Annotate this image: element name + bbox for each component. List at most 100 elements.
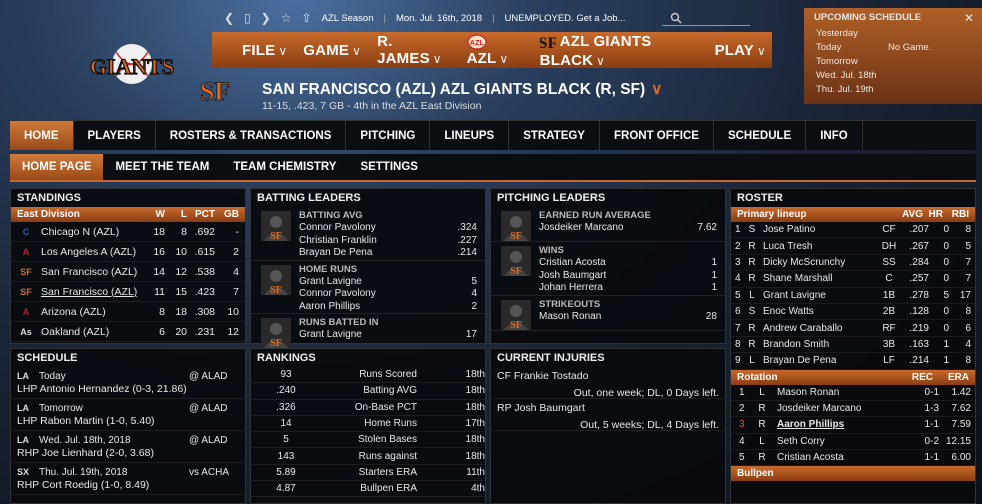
standings-row[interactable]: As Oakland (AZL) 6 20 .231 12 (11, 322, 245, 342)
tab-players[interactable]: PLAYERS (74, 121, 156, 150)
rotation-row[interactable]: 3 R Aaron Phillips 1-1 7.59 (731, 417, 975, 434)
leader-name[interactable]: Aaron Phillips (299, 301, 360, 314)
leader-name[interactable]: Josh Baumgart (539, 270, 606, 283)
injury-row[interactable]: RP Josh Baumgart Out, 5 weeks; DL, 4 Days… (491, 399, 725, 431)
schedule-pitcher[interactable]: LHP Antonio Hernandez (0-3, 21.86) (17, 383, 239, 395)
standings-team[interactable]: Chicago N (AZL) (41, 226, 143, 238)
upcoming-row[interactable]: Today No Game. (804, 41, 982, 55)
standings-row[interactable]: A Los Angeles A (AZL) 16 10 .615 2 (11, 242, 245, 262)
device-icon[interactable]: ▯ (244, 11, 251, 25)
schedule-row[interactable]: LA Wed. Jul. 18th, 2018 @ ALAD RHP Joe Lien… (11, 431, 245, 463)
leader-name[interactable]: Johan Herrera (539, 282, 603, 295)
ranking-row[interactable]: 93 Runs Scored 18th (251, 367, 485, 384)
tab-info[interactable]: INFO (806, 121, 863, 150)
leader-row[interactable]: Grant Lavigne 17 (299, 329, 477, 342)
lineup-name[interactable]: Enoc Watts (759, 306, 877, 317)
upcoming-row[interactable]: Yesterday (804, 27, 982, 41)
back-icon[interactable]: ❮ (224, 11, 234, 25)
leader-name[interactable]: Connor Pavolony (299, 288, 376, 301)
tab-rosters-transactions[interactable]: ROSTERS & TRANSACTIONS (156, 121, 347, 150)
search-input[interactable] (662, 10, 750, 26)
rotation-name[interactable]: Josdeiker Marcano (773, 403, 903, 414)
lineup-row[interactable]: 5 L Grant Lavigne 1B .278 5 17 (731, 288, 975, 304)
lineup-name[interactable]: Shane Marshall (759, 273, 877, 284)
leader-row[interactable]: Cristian Acosta 1 (539, 257, 717, 270)
star-icon[interactable]: ☆ (281, 11, 292, 25)
schedule-opponent[interactable]: vs ACHA (189, 467, 239, 478)
leader-row[interactable]: Josh Baumgart 1 (539, 270, 717, 283)
ranking-row[interactable]: .240 Batting AVG 18th (251, 383, 485, 400)
league-menu[interactable]: AZL AZL ∨ (467, 33, 530, 67)
forward-icon[interactable]: ❯ (261, 11, 271, 25)
close-icon[interactable]: ✕ (964, 11, 974, 25)
status-label[interactable]: UNEMPLOYED. Get a Job... (505, 13, 626, 24)
rotation-row[interactable]: 1 L Mason Ronan 0-1 1.42 (731, 385, 975, 401)
rotation-name[interactable]: Mason Ronan (773, 387, 903, 398)
rotation-row[interactable]: 4 L Seth Corry 0-2 12.15 (731, 434, 975, 451)
lineup-name[interactable]: Brandon Smith (759, 339, 877, 350)
ranking-row[interactable]: 5.89 Starters ERA 11th (251, 465, 485, 482)
leader-row[interactable]: Mason Ronan 28 (539, 311, 717, 324)
subtab-team-chemistry[interactable]: TEAM CHEMISTRY (221, 154, 348, 180)
ranking-row[interactable]: 5 Stolen Bases 18th (251, 432, 485, 449)
leader-row[interactable]: Aaron Phillips 2 (299, 301, 477, 314)
lineup-row[interactable]: 2 R Luca Tresh DH .267 0 5 (731, 238, 975, 255)
lineup-name[interactable]: Grant Lavigne (759, 290, 877, 301)
standings-row[interactable]: SF San Francisco (AZL) 14 12 .538 4 (11, 262, 245, 282)
rotation-row[interactable]: 5 R Cristian Acosta 1-1 6.00 (731, 450, 975, 467)
injury-row[interactable]: CF Frankie Tostado Out, one week; DL, 0 D… (491, 367, 725, 399)
rotation-row[interactable]: 2 R Josdeiker Marcano 1-3 7.62 (731, 401, 975, 418)
schedule-pitcher[interactable]: LHP Rabon Martin (1-0, 5.40) (17, 415, 239, 427)
schedule-row[interactable]: LA Today @ ALAD LHP Antonio Hernandez (0-3,… (11, 367, 245, 399)
tab-home[interactable]: HOME (10, 121, 74, 150)
team-title[interactable]: SAN FRANCISCO (AZL) AZL GIANTS BLACK (R,… (262, 80, 663, 99)
play-menu[interactable]: PLAY ∨ (715, 42, 772, 59)
tab-pitching[interactable]: PITCHING (346, 121, 431, 150)
schedule-opponent[interactable]: @ ALAD (189, 403, 239, 414)
rotation-name[interactable]: Aaron Phillips (773, 419, 903, 430)
schedule-pitcher[interactable]: RHP Cort Roedig (1-0, 8.49) (17, 479, 239, 491)
chevron-down-icon[interactable]: ∨ (651, 81, 662, 98)
upcoming-row[interactable]: Tomorrow (804, 55, 982, 69)
injury-player[interactable]: RP Josh Baumgart (497, 402, 719, 414)
upcoming-row[interactable]: Wed. Jul. 18th (804, 69, 982, 83)
standings-team[interactable]: Los Angeles A (AZL) (41, 246, 143, 258)
leader-name[interactable]: Cristian Acosta (539, 257, 606, 270)
leader-row[interactable]: Connor Pavolony 4 (299, 288, 477, 301)
tab-lineups[interactable]: LINEUPS (430, 121, 510, 150)
schedule-row[interactable]: LA Tomorrow @ ALAD LHP Rabon Martin (1-0, 5… (11, 399, 245, 431)
rotation-name[interactable]: Cristian Acosta (773, 452, 903, 463)
leader-name[interactable]: Mason Ronan (539, 311, 601, 324)
upcoming-row[interactable]: Thu. Jul. 19th (804, 83, 982, 97)
standings-row[interactable]: A Arizona (AZL) 8 18 .308 10 (11, 302, 245, 322)
leader-group[interactable]: SF HOME RUNS Grant Lavigne 5 Connor Pavolony… (251, 261, 485, 314)
schedule-opponent[interactable]: @ ALAD (189, 435, 239, 446)
leader-name[interactable]: Christian Franklin (299, 235, 377, 248)
lineup-row[interactable]: 7 R Andrew Caraballo RF .219 0 6 (731, 320, 975, 337)
lineup-name[interactable]: Dicky McScrunchy (759, 257, 877, 268)
schedule-pitcher[interactable]: RHP Joe Lienhard (2-0, 3.68) (17, 447, 239, 459)
search-icon[interactable] (670, 12, 682, 24)
leader-group[interactable]: SF WINS Cristian Acosta 1 Josh Baumgart 1 Joha… (491, 242, 725, 296)
leader-row[interactable]: Josdeiker Marcano 7.62 (539, 222, 717, 235)
up-arrow-icon[interactable]: ⇧ (302, 11, 312, 25)
leader-row[interactable]: Christian Franklin .227 (299, 235, 477, 248)
leader-row[interactable]: Connor Pavolony .324 (299, 222, 477, 235)
leader-name[interactable]: Connor Pavolony (299, 222, 376, 235)
tab-schedule[interactable]: SCHEDULE (714, 121, 807, 150)
leader-group[interactable]: SF EARNED RUN AVERAGE Josdeiker Marcano 7.6… (491, 207, 725, 242)
leader-group[interactable]: SF STRIKEOUTS Mason Ronan 28 (491, 296, 725, 331)
rotation-name[interactable]: Seth Corry (773, 436, 903, 447)
standings-team[interactable]: San Francisco (AZL) (41, 266, 143, 278)
team-menu[interactable]: SF AZL GIANTS BLACK ∨ (540, 32, 705, 68)
standings-team[interactable]: San Francisco (AZL) (41, 286, 143, 298)
standings-team[interactable]: Oakland (AZL) (41, 326, 143, 338)
subtab-home-page[interactable]: HOME PAGE (10, 154, 104, 180)
lineup-row[interactable]: 6 S Enoc Watts 2B .128 0 8 (731, 304, 975, 321)
injury-player[interactable]: CF Frankie Tostado (497, 370, 719, 382)
ranking-row[interactable]: 4.87 Bullpen ERA 4th (251, 481, 485, 498)
lineup-row[interactable]: 9 L Brayan De Pena LF .214 1 8 (731, 353, 975, 370)
ranking-row[interactable]: .326 On-Base PCT 18th (251, 400, 485, 416)
standings-row[interactable]: SF San Francisco (AZL) 11 15 .423 7 (11, 282, 245, 302)
lineup-name[interactable]: Brayan De Pena (759, 355, 877, 366)
